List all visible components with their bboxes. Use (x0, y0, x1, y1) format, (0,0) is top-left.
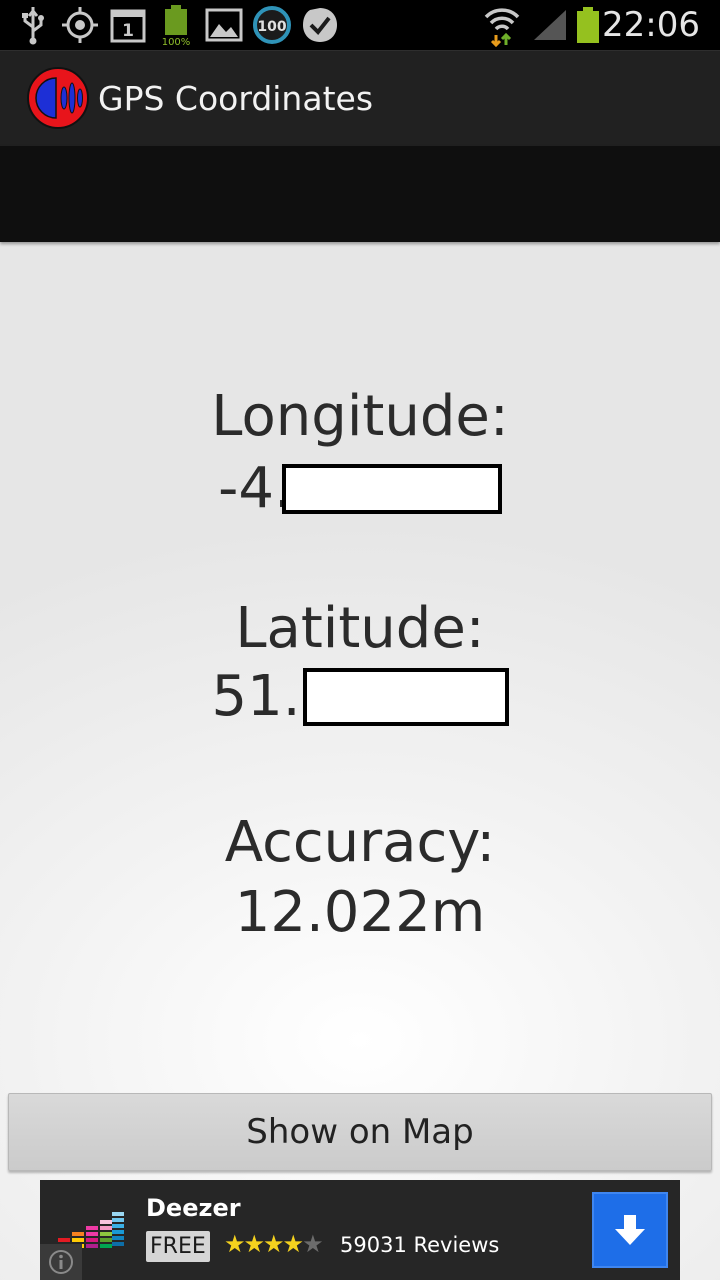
badge-value: 100 (257, 19, 286, 35)
latitude-label: Latitude: (235, 596, 485, 661)
app-title: GPS Coordinates (98, 79, 374, 118)
star-filled-icon: ★ (282, 1230, 304, 1258)
battery-percent: 100% (162, 37, 191, 47)
latitude-prefix: 51. (211, 664, 301, 729)
image-icon (205, 0, 243, 50)
battery-full-icon: 100% (160, 0, 194, 50)
download-button[interactable] (592, 1192, 668, 1268)
redacted-box (302, 667, 509, 726)
calendar-day: 1 (122, 21, 134, 41)
download-arrow-icon (615, 1215, 645, 1245)
status-bar: 1 100% 100 22:06 (0, 0, 720, 50)
status-time: 22:06 (602, 5, 700, 45)
battery-icon (575, 0, 601, 50)
star-empty-icon: ★ (302, 1230, 323, 1258)
action-bar: GPS Coordinates (0, 50, 720, 146)
show-on-map-button[interactable]: Show on Map (8, 1093, 712, 1171)
star-filled-icon: ★ (224, 1230, 245, 1258)
longitude-label: Longitude: (211, 384, 509, 449)
usb-icon (18, 0, 48, 50)
badge-100-icon: 100 (252, 0, 292, 50)
ad-app-name: Deezer (146, 1194, 241, 1222)
latitude-value: 51. (0, 664, 720, 729)
ad-reviews: 59031 Reviews (340, 1233, 500, 1257)
accuracy-value: 12.022m (234, 880, 486, 945)
info-icon[interactable] (40, 1244, 82, 1280)
star-filled-icon: ★ (263, 1230, 284, 1258)
gps-icon (60, 0, 100, 50)
star-filled-icon: ★ (243, 1230, 265, 1258)
redacted-box (281, 463, 502, 514)
longitude-value: -4. (0, 456, 720, 521)
app-logo-icon[interactable] (26, 66, 90, 130)
calendar-icon: 1 (110, 0, 146, 50)
ad-price-badge: FREE (146, 1231, 210, 1262)
signal-icon (532, 0, 568, 50)
longitude-prefix: -4. (218, 456, 292, 521)
rating-stars: ★★★★★ (224, 1230, 324, 1258)
check-icon (300, 0, 340, 50)
ad-banner[interactable]: Deezer FREE ★★★★★ 59031 Reviews (40, 1180, 680, 1280)
accuracy-label: Accuracy: (224, 810, 496, 875)
header-band (0, 146, 720, 242)
wifi-icon (482, 0, 522, 50)
